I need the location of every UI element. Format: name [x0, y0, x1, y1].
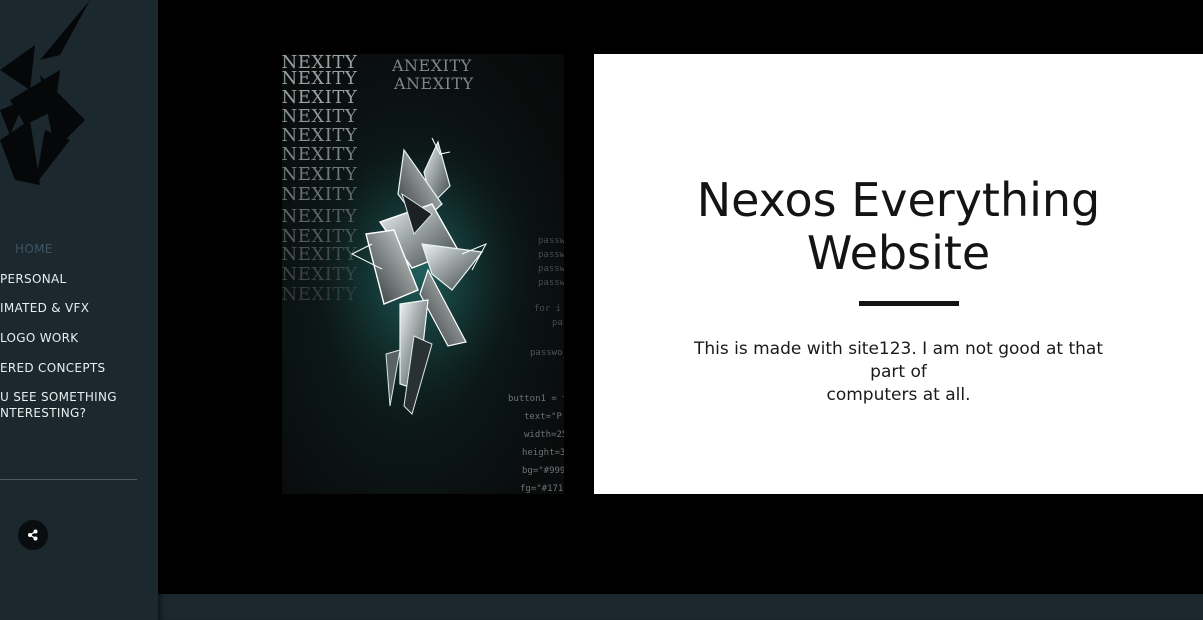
nav-item-animated-vfx[interactable]: IMATED & VFX — [0, 300, 89, 316]
sidebar: HOME PERSONAL IMATED & VFX LOGO WORK ERE… — [0, 0, 158, 620]
intro-text-line1: This is made with site123. I am not good… — [693, 339, 1104, 382]
intro-text-line2: computers at all. — [826, 385, 971, 405]
sidebar-divider — [0, 479, 137, 480]
intro-text: This is made with site123. I am not good… — [678, 338, 1119, 407]
page-title: Nexos Everything Website — [594, 174, 1203, 280]
next-section-strip — [158, 594, 1203, 620]
nav-item-logo-work[interactable]: LOGO WORK — [0, 330, 78, 346]
abstract-sculpture-icon — [302, 119, 542, 419]
brand-logo-icon[interactable] — [0, 0, 100, 200]
nav-item-interesting-line2[interactable]: NTERESTING? — [0, 405, 86, 421]
page-title-line1: Nexos Everything — [696, 173, 1101, 227]
title-divider — [859, 301, 959, 306]
nav-item-home[interactable]: HOME — [15, 241, 53, 257]
nav-item-concepts[interactable]: ERED CONCEPTS — [0, 360, 105, 376]
intro-card: Nexos Everything Website This is made wi… — [594, 54, 1203, 494]
hero-artwork: ANEXITY ANEXITY ANEXITY ANEXITY ANEXITY … — [282, 54, 564, 494]
share-button[interactable] — [18, 520, 48, 550]
share-icon — [28, 529, 38, 541]
nav-item-personal[interactable]: PERSONAL — [0, 271, 67, 287]
page-title-line2: Website — [806, 226, 991, 280]
page: HOME PERSONAL IMATED & VFX LOGO WORK ERE… — [0, 0, 1203, 620]
nav-item-interesting-line1[interactable]: U SEE SOMETHING — [0, 389, 117, 405]
